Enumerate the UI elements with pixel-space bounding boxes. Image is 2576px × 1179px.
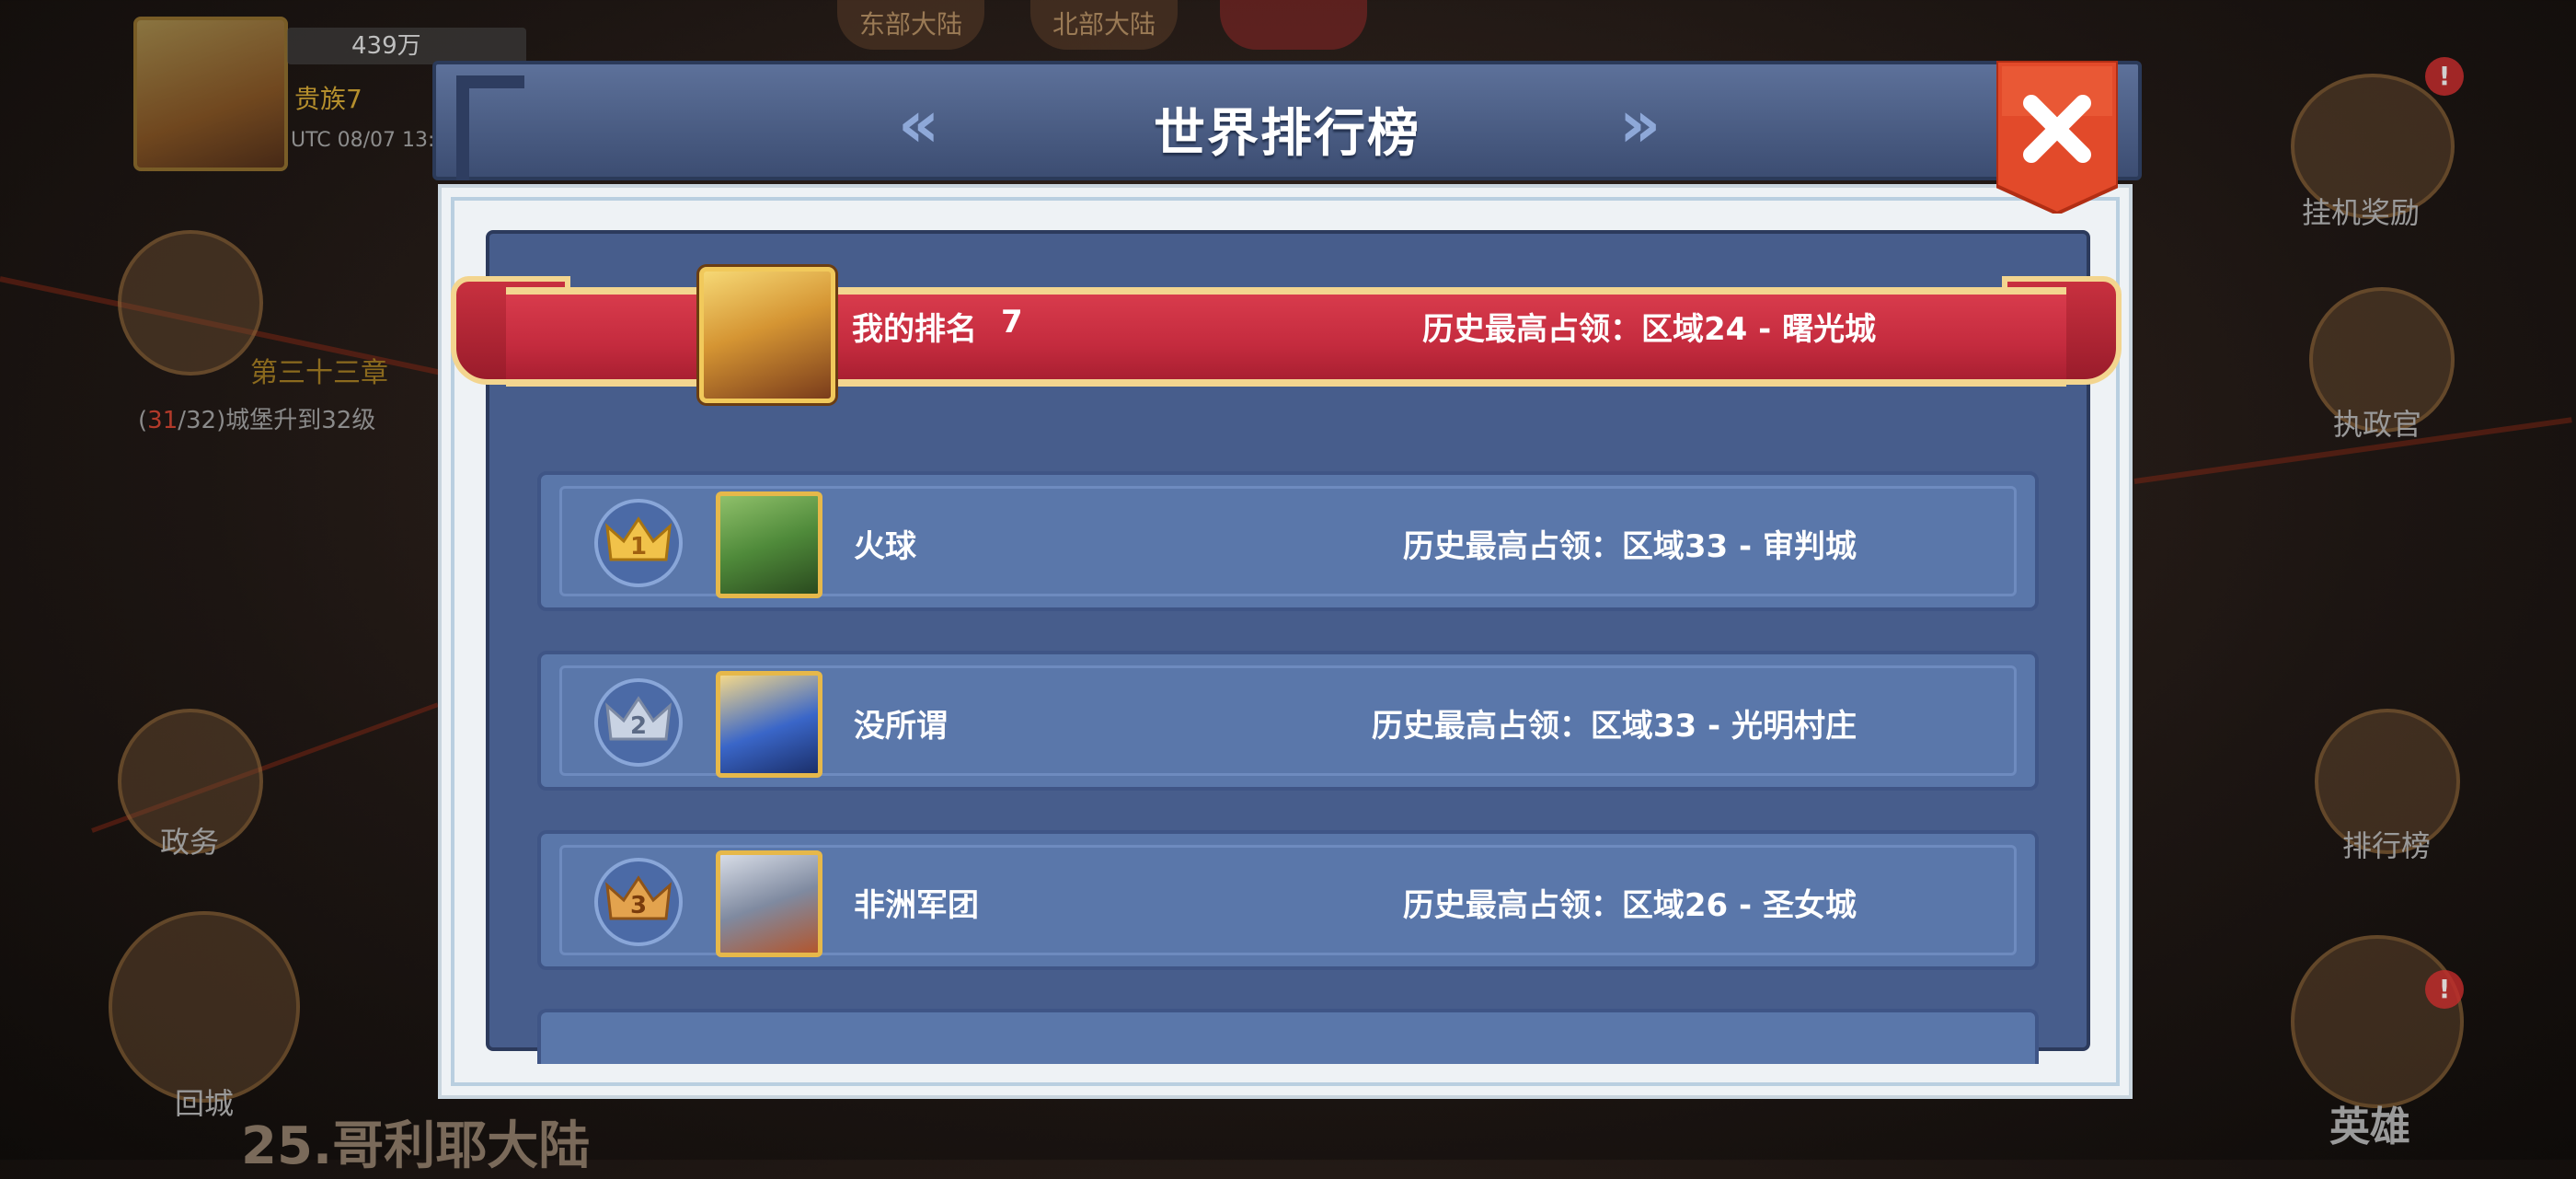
quest-scroll-icon[interactable] [118,230,263,376]
noble-level: 贵族7 [294,84,362,114]
player-avatar[interactable] [133,17,288,171]
rank-3-crown-icon: 3 [594,858,683,946]
tab-castle-icon[interactable] [1220,0,1367,50]
panel-title: 世界排行榜 [1154,104,1420,164]
power-value: 439万 [287,28,526,64]
quest-progress: 31 [147,407,178,434]
tab-east-continent[interactable]: 东部大陆 [837,0,984,50]
hero-icon[interactable] [2291,935,2464,1108]
affairs-label: 政务 [159,825,219,860]
player-name: 没所谓 [854,708,948,745]
close-button[interactable] [1996,61,2118,214]
leaderboard-label: 排行榜 [2341,828,2431,863]
close-icon [1996,61,2118,214]
hero-label: 英雄 [2329,1104,2410,1150]
my-avatar[interactable] [699,267,835,403]
rank-number: 3 [630,892,647,919]
my-rank-label: 我的排名 [852,311,977,348]
rank-number: 1 [630,533,647,561]
my-rank-value: 7 [1001,304,1023,341]
ranking-row-partial[interactable] [537,1009,2039,1064]
player-name: 火球 [854,528,916,565]
panel-header: 世界排行榜 [432,61,2142,180]
hero-badge: ! [2425,970,2464,1009]
history-occupation: 历史最高占领：区域33 - 审判城 [1402,528,1857,565]
quest-prefix: ( [138,407,148,434]
rank-number: 2 [630,712,647,740]
chapter-title: 第三十三章 [250,357,388,389]
player-name: 非洲军团 [854,887,979,924]
quest-rest: /32)城堡升到32级 [178,407,376,434]
ranking-row[interactable]: 2 没所谓 历史最高占领：区域33 - 光明村庄 [537,651,2039,791]
my-history-occupation: 历史最高占领：区域24 - 曙光城 [1422,311,1877,348]
map-name: 25.哥利耶大陆 [241,1116,591,1176]
idle-reward-label: 挂机奖励 [2301,195,2420,230]
governor-label: 执政官 [2332,407,2421,442]
player-avatar[interactable] [716,850,822,957]
ranking-row[interactable]: 1 火球 历史最高占领：区域33 - 审判城 [537,471,2039,611]
return-city-icon[interactable] [109,911,300,1103]
history-occupation: 历史最高占领：区域33 - 光明村庄 [1371,708,1857,745]
idle-reward-badge: ! [2425,57,2464,96]
ranking-row[interactable]: 3 非洲军团 历史最高占领：区域26 - 圣女城 [537,830,2039,970]
rank-1-crown-icon: 1 [594,499,683,587]
player-avatar[interactable] [716,671,822,778]
prev-page-arrow-icon[interactable]: « [898,92,939,156]
quest-text[interactable]: (31/32)城堡升到32级 [138,401,375,435]
server-time: UTC 08/07 13: [291,129,435,152]
next-page-arrow-icon[interactable]: » [1619,92,1661,156]
history-occupation: 历史最高占领：区域26 - 圣女城 [1402,887,1857,924]
tab-north-continent[interactable]: 北部大陆 [1030,0,1178,50]
rank-2-crown-icon: 2 [594,678,683,767]
player-avatar[interactable] [716,491,822,598]
